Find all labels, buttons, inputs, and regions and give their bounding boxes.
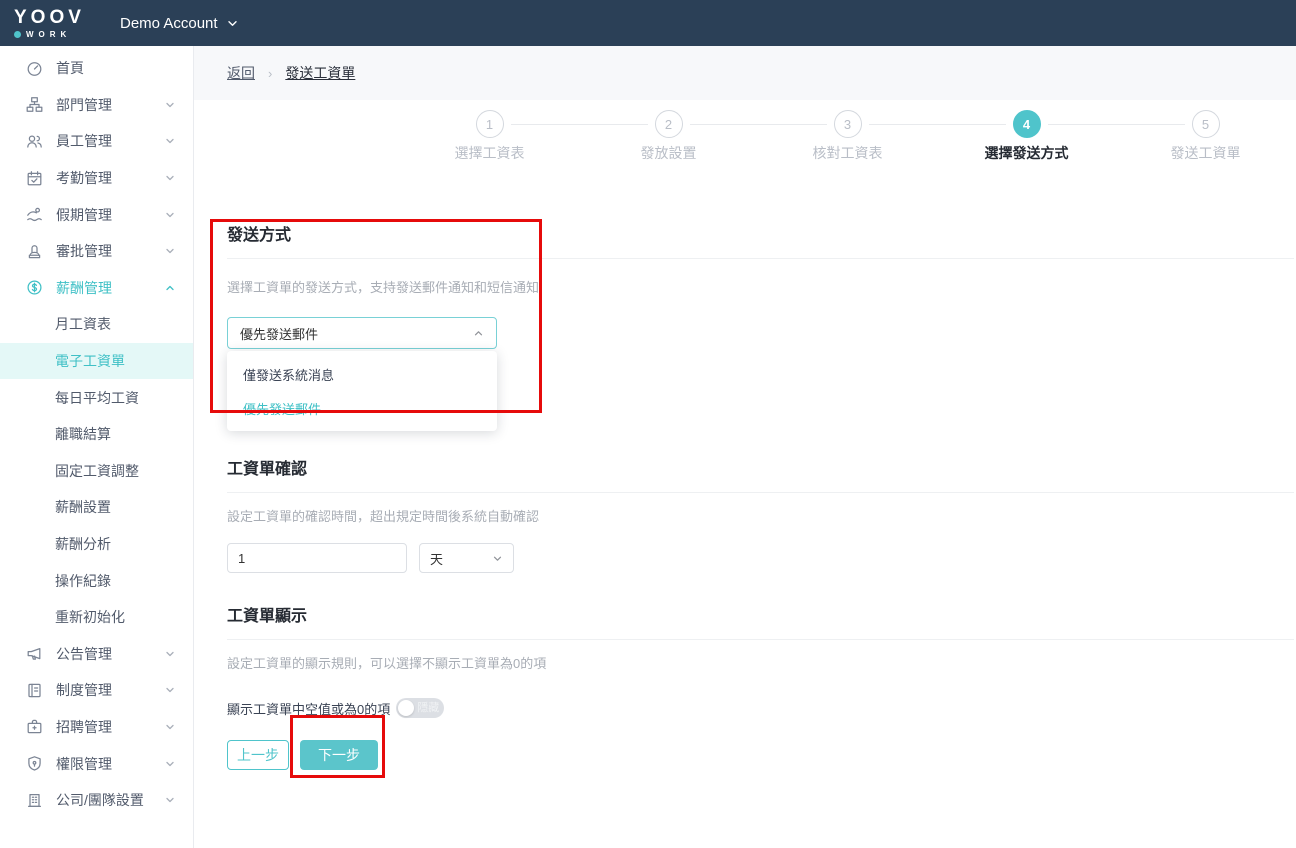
sidebar-subitem-payroll-settings[interactable]: 薪酬設置: [0, 489, 193, 526]
toggle-knob: [398, 700, 414, 716]
chevron-up-icon: [165, 283, 175, 293]
account-label: Demo Account: [120, 15, 218, 32]
breadcrumb: 返回 › 發送工資單: [194, 46, 1296, 100]
sidebar-item-recruitment[interactable]: 招聘管理: [0, 709, 193, 746]
send-method-description: 選擇工資單的發送方式，支持發送郵件通知和短信通知: [227, 280, 1296, 296]
section-title-payslip-confirmation: 工資單確認: [227, 460, 1296, 479]
sidebar: 首頁 部門管理 員工管理: [0, 46, 194, 848]
account-dropdown[interactable]: Demo Account: [120, 15, 238, 32]
sidebar-item-payroll[interactable]: 薪酬管理: [0, 270, 193, 307]
step-verify-payroll: 3 核對工資表: [758, 110, 937, 162]
divider: [227, 492, 1294, 493]
people-icon: [26, 133, 43, 150]
chevron-up-icon: [473, 328, 484, 339]
chevron-down-icon: [227, 18, 238, 29]
main-area: 返回 › 發送工資單 1 選擇工資表 2 發放設置 3: [194, 46, 1296, 848]
sidebar-subitem-operation-log[interactable]: 操作紀錄: [0, 562, 193, 599]
chevron-down-icon: [165, 759, 175, 769]
sidebar-item-permissions[interactable]: 權限管理: [0, 745, 193, 782]
chevron-down-icon: [165, 136, 175, 146]
chevron-down-icon: [165, 100, 175, 110]
toggle-state-text: 隱藏: [417, 702, 439, 714]
logo-text-work: WORK: [26, 30, 71, 39]
chevron-down-icon: [165, 210, 175, 220]
chevron-down-icon: [165, 649, 175, 659]
sidebar-item-approvals[interactable]: 審批管理: [0, 233, 193, 270]
section-title-send-method: 發送方式: [227, 226, 1296, 245]
sidebar-item-home[interactable]: 首頁: [0, 50, 193, 87]
breadcrumb-current: 發送工資單: [285, 63, 355, 83]
send-payslip-page: 1 選擇工資表 2 發放設置 3 核對工資表 4 選擇發送方式: [194, 100, 1296, 848]
step-distribution-settings: 2 發放設置: [579, 110, 758, 162]
next-step-button[interactable]: 下一步: [300, 740, 378, 770]
step-circle-active: 4: [1013, 110, 1041, 138]
sidebar-item-employees[interactable]: 員工管理: [0, 123, 193, 160]
duration-unit-select[interactable]: 天: [419, 543, 514, 573]
sidebar-item-attendance[interactable]: 考勤管理: [0, 160, 193, 197]
sidebar-subitem-monthly-payroll[interactable]: 月工資表: [0, 306, 193, 343]
chevron-down-icon: [165, 685, 175, 695]
policy-book-icon: [26, 682, 43, 699]
section-title-payslip-display: 工資單顯示: [227, 607, 1296, 626]
sidebar-item-departments[interactable]: 部門管理: [0, 87, 193, 124]
sidebar-subitem-payroll-analysis[interactable]: 薪酬分析: [0, 526, 193, 563]
home-icon: [26, 60, 43, 77]
logo-dot-icon: [14, 31, 21, 38]
sidebar-subitem-resignation-settlement[interactable]: 離職結算: [0, 416, 193, 453]
step-circle: 2: [655, 110, 683, 138]
shield-icon: [26, 755, 43, 772]
step-circle: 5: [1192, 110, 1220, 138]
stepper: 1 選擇工資表 2 發放設置 3 核對工資表 4 選擇發送方式: [400, 110, 1295, 162]
chevron-down-icon: [165, 173, 175, 183]
payslip-confirmation-description: 設定工資單的確認時間，超出規定時間後系統自動確認: [227, 509, 1296, 525]
divider: [227, 258, 1294, 259]
top-bar: YOOV WORK Demo Account: [0, 0, 1296, 46]
yoov-work-logo[interactable]: YOOV WORK: [14, 8, 96, 39]
step-send-payslip: 5 發送工資單: [1116, 110, 1295, 162]
org-chart-icon: [26, 96, 43, 113]
show-empty-items-toggle[interactable]: 隱藏: [396, 698, 444, 718]
confirmation-duration-input[interactable]: [227, 543, 407, 573]
chevron-down-icon: [165, 795, 175, 805]
building-icon: [26, 792, 43, 809]
step-select-payroll: 1 選擇工資表: [400, 110, 579, 162]
breadcrumb-back-link[interactable]: 返回: [227, 63, 255, 83]
sidebar-subitem-reinitialize[interactable]: 重新初始化: [0, 599, 193, 636]
sidebar-subitem-epayslip[interactable]: 電子工資單: [0, 343, 193, 380]
sidebar-subitem-daily-average-wage[interactable]: 每日平均工資: [0, 379, 193, 416]
logo-text-yoov: YOOV: [14, 8, 96, 27]
megaphone-icon: [26, 645, 43, 662]
chevron-down-icon: [165, 722, 175, 732]
step-circle: 3: [834, 110, 862, 138]
sidebar-item-policies[interactable]: 制度管理: [0, 672, 193, 709]
step-circle: 1: [476, 110, 504, 138]
stamp-icon: [26, 243, 43, 260]
chevron-down-icon: [165, 246, 175, 256]
sidebar-item-company-settings[interactable]: 公司/團隊設置: [0, 782, 193, 819]
vacation-icon: [26, 206, 43, 223]
payslip-display-description: 設定工資單的顯示規則，可以選擇不顯示工資單為0的項: [227, 656, 1296, 672]
sidebar-item-leave[interactable]: 假期管理: [0, 196, 193, 233]
chevron-down-icon: [492, 553, 503, 564]
breadcrumb-separator: ›: [268, 66, 272, 81]
briefcase-icon: [26, 718, 43, 735]
toggle-label: 顯示工資單中空值或為0的項: [227, 699, 390, 718]
divider: [227, 639, 1294, 640]
previous-step-button[interactable]: 上一步: [227, 740, 289, 770]
send-method-dropdown-menu: 僅發送系統消息 優先發送郵件: [227, 351, 497, 431]
calendar-icon: [26, 170, 43, 187]
dropdown-option-email-first[interactable]: 優先發送郵件: [227, 391, 497, 425]
send-method-select[interactable]: 優先發送郵件: [227, 317, 497, 349]
app-window: YOOV WORK Demo Account 首頁: [0, 0, 1296, 848]
salary-icon: [26, 279, 43, 296]
sidebar-subitem-fixed-wage-adjustment[interactable]: 固定工資調整: [0, 453, 193, 490]
step-choose-send-method: 4 選擇發送方式: [937, 110, 1116, 162]
sidebar-item-announcements[interactable]: 公告管理: [0, 636, 193, 673]
dropdown-option-system-message[interactable]: 僅發送系統消息: [227, 357, 497, 391]
